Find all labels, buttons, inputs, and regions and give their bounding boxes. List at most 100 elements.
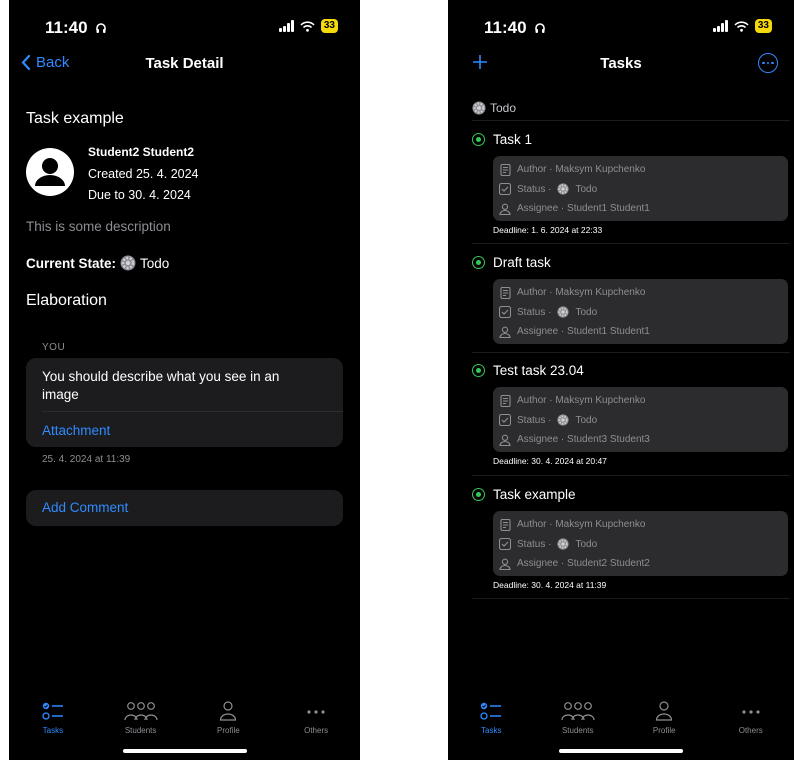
comment-sender: YOU: [42, 342, 66, 353]
task-author-text: Author · Maksym Kupchenko: [517, 395, 646, 407]
document-icon: [499, 518, 511, 531]
more-options-button[interactable]: [758, 53, 778, 73]
person-icon: [35, 158, 65, 186]
elaboration-heading: Elaboration: [26, 292, 107, 309]
divider: [472, 598, 790, 599]
divider: [472, 120, 790, 121]
headphones-icon: [96, 23, 107, 33]
gear-icon: [557, 414, 570, 426]
tab-tasks[interactable]: Tasks: [448, 700, 535, 740]
task-meta-card: Author · Maksym Kupchenko Status · Todo Ass…: [493, 387, 788, 452]
task-description: This is some description: [26, 219, 171, 234]
tab-students[interactable]: Students: [535, 700, 622, 740]
task-assignee-text: Assignee · Student2 Student2: [517, 558, 650, 570]
created-date: Created 25. 4. 2024: [88, 167, 199, 181]
gear-icon: [557, 538, 570, 550]
tab-label: Students: [124, 726, 157, 735]
task-assignee: Assignee · Student3 Student3: [499, 430, 788, 450]
task-status-circle-icon: [472, 487, 485, 501]
author-name: Student2 Student2: [88, 145, 195, 159]
task-author: Author · Maksym Kupchenko: [499, 391, 788, 411]
person-icon: [499, 203, 511, 215]
task-detail-screen: 11:40 33 Back Task Detail Task example S…: [9, 0, 360, 760]
state-label: Current State:: [26, 255, 117, 271]
divider: [472, 243, 790, 244]
tab-label: Profile: [217, 726, 240, 735]
person-icon: [499, 434, 511, 446]
task-assignee: Assignee · Student2 Student2: [499, 554, 788, 574]
gear-icon: [557, 306, 570, 318]
task-status-prefix: Status ·: [517, 538, 552, 550]
task-status-prefix: Status ·: [517, 414, 552, 426]
attachment-link[interactable]: Attachment: [42, 423, 110, 438]
task-status-text: Todo: [575, 183, 598, 195]
tab-others[interactable]: Others: [708, 700, 794, 740]
task-row-title: Task 1: [493, 131, 533, 147]
status-time: 11:40: [484, 18, 546, 38]
current-state: Current State: Todo: [26, 255, 169, 271]
tab-label: Profile: [652, 726, 676, 735]
add-comment-button[interactable]: Add Comment: [26, 490, 343, 526]
task-row[interactable]: Test task 23.04 Author · Maksym Kupchenko…: [472, 359, 790, 466]
status-icons: 33: [278, 19, 338, 33]
task-status-text: Todo: [575, 306, 598, 318]
divider: [472, 475, 790, 476]
nav-bar: Tasks: [448, 50, 794, 78]
status-time: 11:40: [45, 18, 107, 38]
comment-card: You should describe what you see in an i…: [26, 358, 343, 447]
signal-icon: [278, 20, 294, 32]
task-author: Author · Maksym Kupchenko: [499, 515, 788, 535]
task-assignee-text: Assignee · Student1 Student1: [517, 326, 650, 338]
task-status: Status · Todo: [499, 180, 788, 200]
add-comment-label: Add Comment: [42, 500, 129, 515]
battery-indicator: 33: [754, 19, 772, 33]
students-icon: [561, 702, 595, 721]
tab-others[interactable]: Others: [272, 700, 360, 740]
task-status-prefix: Status ·: [517, 306, 552, 318]
wifi-icon: [734, 20, 749, 32]
students-icon: [124, 702, 158, 721]
checkbox-icon: [499, 183, 511, 196]
tab-profile[interactable]: Profile: [621, 700, 708, 740]
task-status-text: Todo: [575, 414, 598, 426]
task-row[interactable]: Task example Author · Maksym Kupchenko Sta…: [472, 483, 790, 590]
wifi-icon: [300, 20, 315, 32]
status-time-text: 11:40: [484, 18, 527, 37]
divider: [472, 352, 790, 353]
home-indicator: [122, 749, 247, 753]
tab-label: Tasks: [42, 726, 64, 735]
task-row-header: Test task 23.04: [472, 359, 790, 381]
tab-students[interactable]: Students: [97, 700, 185, 740]
task-row-header: Task 1: [472, 128, 790, 150]
task-row-header: Draft task: [472, 251, 790, 273]
status-icons: 33: [712, 19, 772, 33]
battery-indicator: 33: [320, 19, 338, 33]
section-header: Todo: [472, 101, 516, 115]
task-status: Status · Todo: [499, 535, 788, 555]
task-row[interactable]: Task 1 Author · Maksym Kupchenko Status · T…: [472, 128, 790, 235]
tab-tasks[interactable]: Tasks: [9, 700, 97, 740]
gear-icon: [472, 101, 486, 115]
task-status-text: Todo: [575, 538, 598, 550]
tab-label: Students: [561, 726, 594, 735]
task-author-text: Author · Maksym Kupchenko: [517, 519, 646, 531]
tab-label: Tasks: [481, 726, 502, 735]
task-meta-card: Author · Maksym Kupchenko Status · Todo Ass…: [493, 279, 788, 344]
tasks-icon: [480, 702, 502, 720]
task-assignee-text: Assignee · Student3 Student3: [517, 434, 650, 446]
home-indicator: [559, 749, 683, 753]
divider: [42, 411, 343, 412]
task-status: Status · Todo: [499, 411, 788, 431]
tasks-icon: [42, 702, 63, 720]
tab-bar: Tasks Students Profile Others: [448, 700, 794, 740]
task-meta-card: Author · Maksym Kupchenko Status · Todo Ass…: [493, 156, 788, 221]
task-status-prefix: Status ·: [517, 183, 552, 195]
nav-bar: Back Task Detail: [9, 50, 360, 78]
comment-text: You should describe what you see in an i…: [42, 369, 280, 402]
status-time-text: 11:40: [45, 18, 88, 37]
task-row[interactable]: Draft task Author · Maksym Kupchenko Statu…: [472, 251, 790, 344]
task-assignee: Assignee · Student1 Student1: [499, 322, 788, 342]
checkbox-icon: [499, 414, 511, 427]
headphones-icon: [535, 23, 546, 33]
tab-profile[interactable]: Profile: [185, 700, 273, 740]
